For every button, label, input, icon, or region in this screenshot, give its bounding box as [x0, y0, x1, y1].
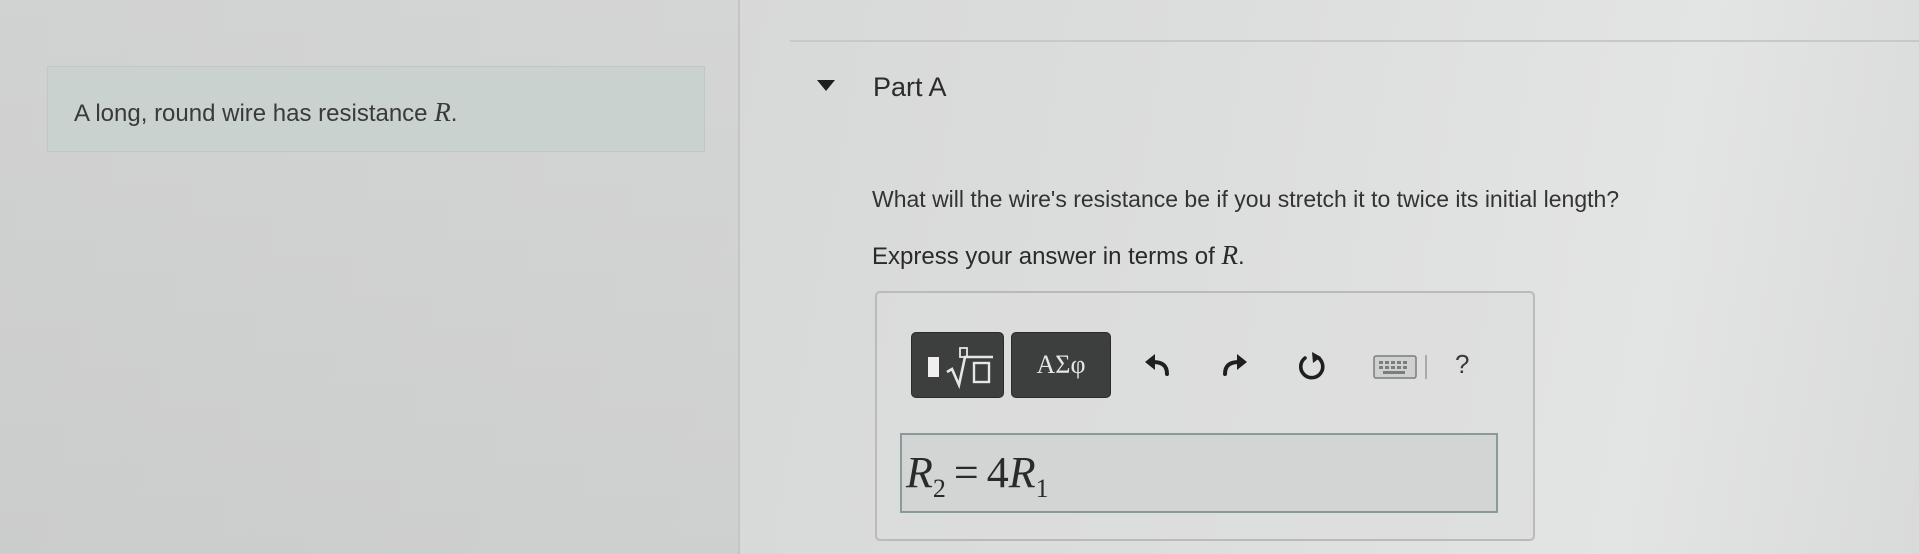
intro-variable: R — [434, 97, 451, 127]
answer-area: ΑΣφ ? R2 = 4R1 — [875, 291, 1535, 541]
cursor-block-icon — [928, 357, 939, 377]
answer-lhs-subscript: 2 — [932, 474, 946, 503]
undo-icon[interactable] — [1141, 349, 1175, 383]
instruction-period: . — [1237, 243, 1245, 270]
caret-down-icon[interactable] — [817, 80, 835, 91]
reset-icon[interactable] — [1295, 349, 1329, 383]
answer-operator: = — [953, 448, 979, 497]
templates-button[interactable] — [911, 332, 1004, 398]
answer-rhs-subscript: 1 — [1035, 474, 1049, 503]
answer-instruction: Express your answer in terms of R. — [872, 240, 1245, 271]
part-divider — [790, 40, 1919, 42]
redo-icon[interactable] — [1217, 349, 1251, 383]
help-icon[interactable]: ? — [1455, 349, 1469, 380]
part-title[interactable]: Part A — [873, 72, 947, 103]
answer-expression: R2 = 4R1 — [906, 447, 1049, 504]
answer-input[interactable]: R2 = 4R1 — [900, 433, 1498, 513]
problem-panel: A long, round wire has resistance R. — [0, 0, 740, 554]
problem-intro-box: A long, round wire has resistance R. — [47, 66, 705, 152]
answer-rhs-coefficient: 4 — [986, 448, 1009, 497]
toolbar-separator — [1425, 355, 1427, 379]
intro-period: . — [450, 100, 458, 127]
templates-radical-icon — [946, 347, 993, 389]
answer-rhs-variable: R — [1008, 448, 1036, 497]
problem-intro-text: A long, round wire has resistance R. — [74, 97, 457, 128]
instruction-variable: R — [1221, 240, 1238, 270]
question-text: What will the wire's resistance be if yo… — [872, 186, 1620, 212]
intro-text-body: A long, round wire has resistance — [74, 100, 428, 127]
keyboard-icon[interactable] — [1373, 355, 1417, 379]
instruction-body: Express your answer in terms of — [872, 243, 1215, 270]
symbols-label: ΑΣφ — [1036, 350, 1086, 379]
symbols-button[interactable]: ΑΣφ — [1011, 332, 1111, 398]
answer-lhs-variable: R — [906, 448, 933, 497]
